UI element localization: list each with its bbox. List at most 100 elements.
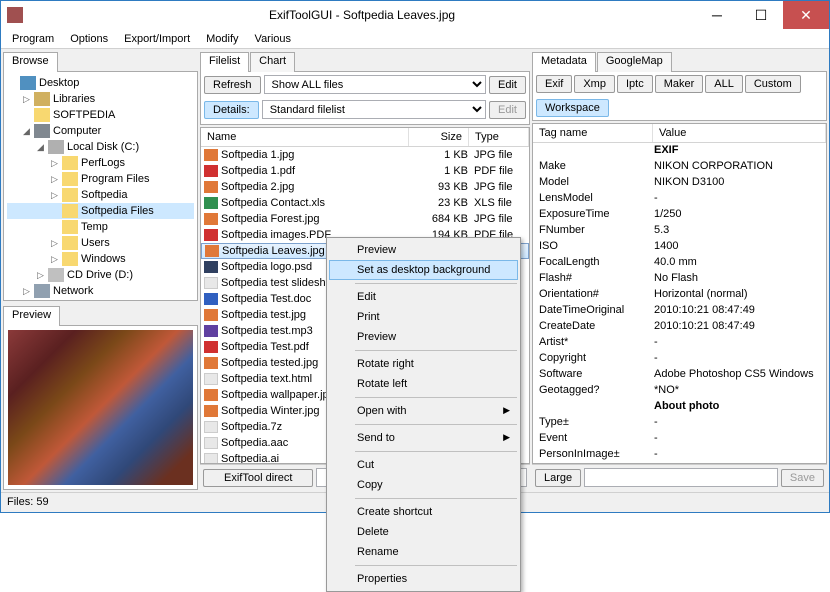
expand-icon[interactable]: ▷ bbox=[49, 190, 60, 201]
metadata-row[interactable]: ModelNIKON D3100 bbox=[533, 175, 826, 191]
file-row[interactable]: Softpedia Forest.jpg684 KBJPG file bbox=[201, 211, 529, 227]
metadata-row[interactable]: About photo bbox=[533, 399, 826, 415]
file-row[interactable]: Softpedia 2.jpg93 KBJPG file bbox=[201, 179, 529, 195]
metadata-row[interactable]: Artist*- bbox=[533, 335, 826, 351]
ctx-rotate-right[interactable]: Rotate right bbox=[329, 354, 518, 374]
show-filter-select[interactable]: Show ALL files bbox=[264, 75, 487, 94]
tab-metadata[interactable]: Metadata bbox=[532, 52, 596, 72]
metadata-row[interactable]: SoftwareAdobe Photoshop CS5 Windows bbox=[533, 367, 826, 383]
metadata-row[interactable]: Copyright- bbox=[533, 351, 826, 367]
ctx-copy[interactable]: Copy bbox=[329, 475, 518, 495]
ctx-preview[interactable]: Preview bbox=[329, 240, 518, 260]
expand-icon[interactable]: ▷ bbox=[49, 238, 60, 249]
tree-item[interactable]: ▷Windows bbox=[7, 251, 194, 267]
tree-item[interactable]: ▷PerfLogs bbox=[7, 155, 194, 171]
tree-item[interactable]: ▷Network bbox=[7, 283, 194, 299]
metadata-row[interactable]: DateTimeOriginal2010:10:21 08:47:49 bbox=[533, 303, 826, 319]
col-name[interactable]: Name bbox=[201, 128, 409, 146]
tab-preview[interactable]: Preview bbox=[3, 306, 60, 326]
maximize-button[interactable]: ☐ bbox=[739, 1, 783, 29]
metadata-row[interactable]: ISO1400 bbox=[533, 239, 826, 255]
custom-button[interactable]: Custom bbox=[745, 75, 801, 93]
metadata-row[interactable]: Type±- bbox=[533, 415, 826, 431]
details-button[interactable]: Details: bbox=[204, 101, 259, 119]
file-row[interactable]: Softpedia 1.jpg1 KBJPG file bbox=[201, 147, 529, 163]
filelist-filter-select[interactable]: Standard filelist bbox=[262, 100, 486, 119]
ctx-print[interactable]: Print bbox=[329, 307, 518, 327]
ctx-properties[interactable]: Properties bbox=[329, 569, 518, 589]
expand-icon[interactable] bbox=[49, 222, 60, 233]
expand-icon[interactable]: ◢ bbox=[21, 126, 32, 137]
tree-item[interactable]: ◢Computer bbox=[7, 123, 194, 139]
tree-item[interactable]: ▷Libraries bbox=[7, 91, 194, 107]
metadata-row[interactable]: Flash#No Flash bbox=[533, 271, 826, 287]
col-tagname[interactable]: Tag name bbox=[533, 124, 653, 142]
workspace-button[interactable]: Workspace bbox=[536, 99, 609, 117]
edit-button[interactable]: Edit bbox=[489, 76, 526, 94]
expand-icon[interactable]: ◢ bbox=[35, 142, 46, 153]
ctx-set-as-desktop-background[interactable]: Set as desktop background bbox=[329, 260, 518, 280]
tree-item[interactable]: Temp bbox=[7, 219, 194, 235]
file-row[interactable]: Softpedia Contact.xls23 KBXLS file bbox=[201, 195, 529, 211]
metadata-row[interactable]: PersonInImage±- bbox=[533, 447, 826, 463]
menu-program[interactable]: Program bbox=[5, 31, 61, 46]
tree-item[interactable]: Softpedia Files bbox=[7, 203, 194, 219]
metadata-row[interactable]: Orientation#Horizontal (normal) bbox=[533, 287, 826, 303]
metadata-row[interactable]: CreateDate2010:10:21 08:47:49 bbox=[533, 319, 826, 335]
expand-icon[interactable]: ▷ bbox=[35, 270, 46, 281]
expand-icon[interactable] bbox=[7, 78, 18, 89]
tree-item[interactable]: Desktop bbox=[7, 75, 194, 91]
menu-export/import[interactable]: Export/Import bbox=[117, 31, 197, 46]
ctx-send-to[interactable]: Send to▶ bbox=[329, 428, 518, 448]
folder-tree[interactable]: Desktop▷LibrariesSOFTPEDIA◢Computer◢Loca… bbox=[3, 71, 198, 301]
menu-modify[interactable]: Modify bbox=[199, 31, 245, 46]
all-button[interactable]: ALL bbox=[705, 75, 743, 93]
ctx-preview[interactable]: Preview bbox=[329, 327, 518, 347]
ctx-open-with[interactable]: Open with▶ bbox=[329, 401, 518, 421]
file-list-header[interactable]: Name Size Type bbox=[201, 128, 529, 147]
expand-icon[interactable]: ▷ bbox=[49, 174, 60, 185]
metadata-row[interactable]: MakeNIKON CORPORATION bbox=[533, 159, 826, 175]
large-button[interactable]: Large bbox=[535, 469, 581, 487]
expand-icon[interactable]: ▷ bbox=[21, 286, 32, 297]
tree-item[interactable]: ◢Local Disk (C:) bbox=[7, 139, 194, 155]
ctx-delete[interactable]: Delete bbox=[329, 522, 518, 542]
tab-filelist[interactable]: Filelist bbox=[200, 52, 249, 72]
col-value[interactable]: Value bbox=[653, 124, 826, 142]
tree-item[interactable]: ▷CD Drive (D:) bbox=[7, 267, 194, 283]
xmp-button[interactable]: Xmp bbox=[574, 75, 615, 93]
metadata-row[interactable]: LensModel- bbox=[533, 191, 826, 207]
metadata-row[interactable]: FocalLength40.0 mm bbox=[533, 255, 826, 271]
expand-icon[interactable]: ▷ bbox=[49, 158, 60, 169]
refresh-button[interactable]: Refresh bbox=[204, 76, 261, 94]
iptc-button[interactable]: Iptc bbox=[617, 75, 653, 93]
menu-various[interactable]: Various bbox=[248, 31, 298, 46]
metadata-input[interactable] bbox=[584, 468, 778, 487]
ctx-edit[interactable]: Edit bbox=[329, 287, 518, 307]
menu-options[interactable]: Options bbox=[63, 31, 115, 46]
expand-icon[interactable] bbox=[49, 206, 60, 217]
metadata-row[interactable]: ExposureTime1/250 bbox=[533, 207, 826, 223]
expand-icon[interactable]: ▷ bbox=[21, 94, 32, 105]
tab-chart[interactable]: Chart bbox=[250, 52, 295, 72]
ctx-cut[interactable]: Cut bbox=[329, 455, 518, 475]
ctx-rename[interactable]: Rename bbox=[329, 542, 518, 562]
metadata-table[interactable]: Tag name Value EXIFMakeNIKON CORPORATION… bbox=[532, 123, 827, 464]
col-type[interactable]: Type bbox=[469, 128, 529, 146]
tree-item[interactable]: ▷Program Files bbox=[7, 171, 194, 187]
maker-button[interactable]: Maker bbox=[655, 75, 704, 93]
tree-item[interactable]: ▷Softpedia bbox=[7, 187, 194, 203]
ctx-create-shortcut[interactable]: Create shortcut bbox=[329, 502, 518, 522]
tree-item[interactable]: ▷Users bbox=[7, 235, 194, 251]
ctx-rotate-left[interactable]: Rotate left bbox=[329, 374, 518, 394]
metadata-row[interactable]: EXIF bbox=[533, 143, 826, 159]
file-row[interactable]: Softpedia 1.pdf1 KBPDF file bbox=[201, 163, 529, 179]
col-size[interactable]: Size bbox=[409, 128, 469, 146]
tab-googlemap[interactable]: GoogleMap bbox=[597, 52, 672, 72]
metadata-row[interactable]: Event- bbox=[533, 431, 826, 447]
tree-item[interactable]: SOFTPEDIA bbox=[7, 107, 194, 123]
exiftool-direct-button[interactable]: ExifTool direct bbox=[203, 469, 313, 487]
metadata-row[interactable]: FNumber5.3 bbox=[533, 223, 826, 239]
metadata-row[interactable]: Geotagged?*NO* bbox=[533, 383, 826, 399]
exif-button[interactable]: Exif bbox=[536, 75, 572, 93]
